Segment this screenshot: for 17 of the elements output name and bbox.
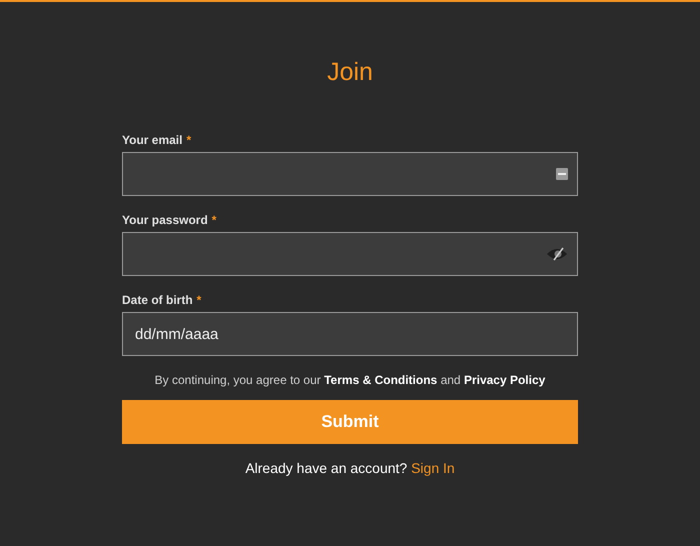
eye-slash-icon[interactable] xyxy=(546,247,568,261)
field-label: Date of birth xyxy=(122,293,193,307)
required-mark: * xyxy=(186,133,192,147)
page-title: Join xyxy=(326,57,374,87)
required-mark: * xyxy=(196,293,202,307)
sign-in-link[interactable]: Sign In xyxy=(411,460,455,476)
required-mark: * xyxy=(212,213,216,227)
autofill-icon[interactable] xyxy=(556,168,568,180)
field-label: Your email xyxy=(122,133,182,147)
terms-link[interactable]: Terms & Conditions xyxy=(324,373,438,387)
input-field[interactable]: dd/mm/aaaa xyxy=(122,312,578,356)
input-field[interactable] xyxy=(122,232,578,276)
sign-in-prompt: Already have an account? Sign In xyxy=(244,460,456,476)
privacy-link[interactable]: Privacy Policy xyxy=(464,373,546,387)
input-field[interactable] xyxy=(122,152,578,196)
terms-notice: By continuing, you agree to our Terms & Conditions and Privacy Policy xyxy=(154,372,546,388)
field-label: Your password xyxy=(122,213,208,227)
